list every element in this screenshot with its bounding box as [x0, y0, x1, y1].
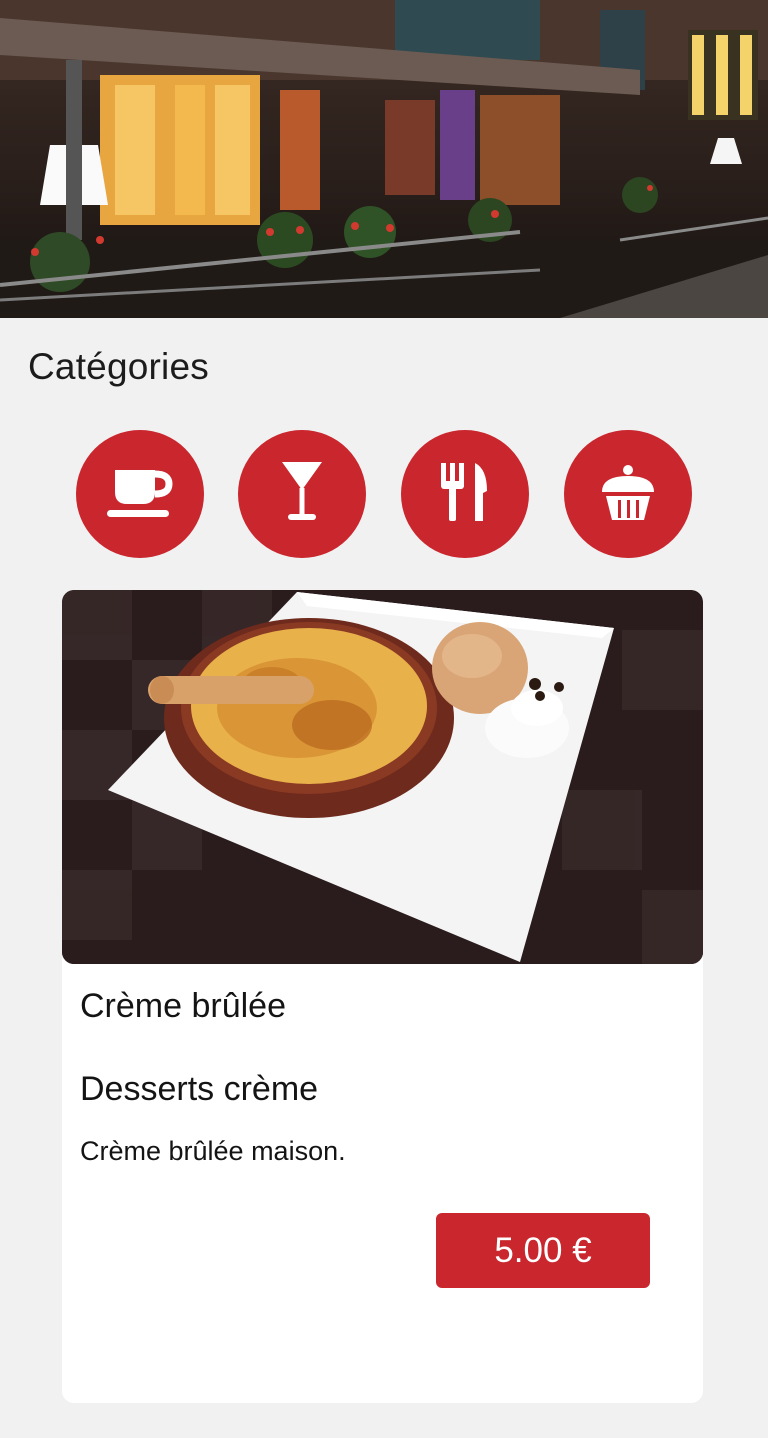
product-category: Desserts crème — [80, 1070, 319, 1108]
fork-knife-icon — [439, 461, 491, 528]
price-button[interactable]: 5.00 € — [436, 1213, 650, 1288]
product-image — [62, 590, 703, 964]
cocktail-glass-icon — [280, 460, 324, 529]
category-desserts-button[interactable] — [564, 430, 692, 558]
category-hot-drinks-button[interactable] — [76, 430, 204, 558]
cupcake-icon — [598, 462, 658, 527]
product-name: Crème brûlée — [80, 987, 286, 1025]
coffee-cup-icon — [105, 462, 175, 527]
category-list — [76, 430, 692, 558]
category-drinks-button[interactable] — [238, 430, 366, 558]
categories-title: Catégories — [28, 346, 209, 387]
product-description: Crème brûlée maison. — [80, 1136, 346, 1166]
category-food-button[interactable] — [401, 430, 529, 558]
product-card[interactable]: Crème brûlée Desserts crème Crème brûlée… — [62, 590, 703, 1403]
hero-image — [0, 0, 768, 318]
